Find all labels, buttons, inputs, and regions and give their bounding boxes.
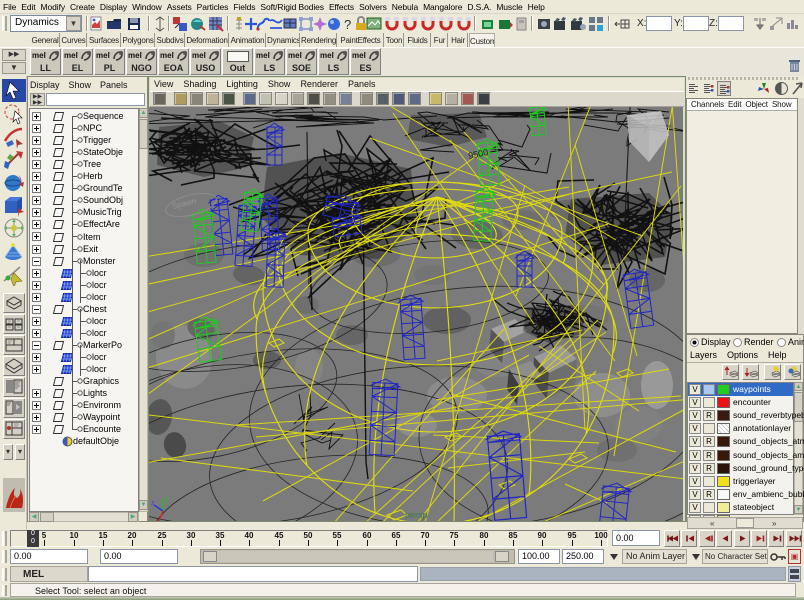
svg-text:z: z bbox=[151, 500, 155, 507]
svg-text:y: y bbox=[165, 496, 169, 503]
svg-text:persp: persp bbox=[405, 510, 428, 520]
svg-text:?: ? bbox=[344, 17, 351, 32]
